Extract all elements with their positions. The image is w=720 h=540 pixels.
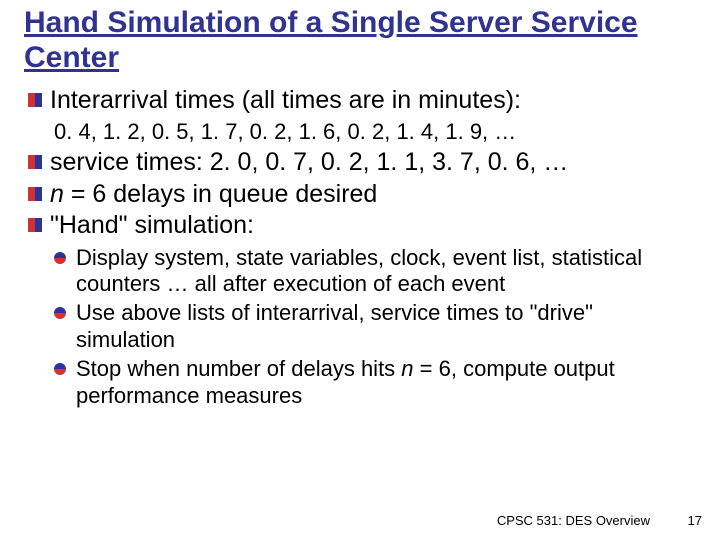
footer-text: CPSC 531: DES Overview	[497, 513, 650, 528]
bullet-text: "Hand" simulation:	[50, 211, 254, 239]
bullet-item-service-times: service times: 2. 0, 0. 7, 0. 2, 1. 1, 3…	[24, 147, 696, 178]
bullet-text: n = 6 delays in queue desired	[50, 180, 377, 208]
square-bullet-icon	[28, 155, 42, 169]
sub-bullet-text: Use above lists of interarrival, service…	[76, 300, 593, 352]
bullet-text: Interarrival times (all times are in min…	[50, 86, 521, 114]
circle-bullet-icon	[54, 252, 66, 264]
bullet-item-n-delays: n = 6 delays in queue desired	[24, 179, 696, 210]
bullet-list: Interarrival times (all times are in min…	[24, 85, 696, 241]
sub-bullet-use-lists: Use above lists of interarrival, service…	[24, 300, 696, 354]
interarrival-values: 0. 4, 1. 2, 0. 5, 1. 7, 0. 2, 1. 6, 0. 2…	[54, 118, 696, 146]
sub-bullet-stop: Stop when number of delays hits n = 6, c…	[24, 356, 696, 410]
page-number: 17	[688, 513, 702, 528]
bullet-item-hand-sim: "Hand" simulation:	[24, 210, 696, 241]
slide-title: Hand Simulation of a Single Server Servi…	[24, 6, 696, 75]
square-bullet-icon	[28, 187, 42, 201]
sub-bullet-list: Display system, state variables, clock, …	[24, 245, 696, 410]
sub-bullet-text: Display system, state variables, clock, …	[76, 245, 642, 297]
slide: Hand Simulation of a Single Server Servi…	[0, 0, 720, 540]
sub-bullet-text: Stop when number of delays hits n = 6, c…	[76, 356, 615, 408]
circle-bullet-icon	[54, 363, 66, 375]
sub-bullet-display: Display system, state variables, clock, …	[24, 245, 696, 299]
circle-bullet-icon	[54, 307, 66, 319]
square-bullet-icon	[28, 93, 42, 107]
square-bullet-icon	[28, 218, 42, 232]
bullet-item-interarrival: Interarrival times (all times are in min…	[24, 85, 696, 116]
bullet-text: service times: 2. 0, 0. 7, 0. 2, 1. 1, 3…	[50, 148, 568, 176]
